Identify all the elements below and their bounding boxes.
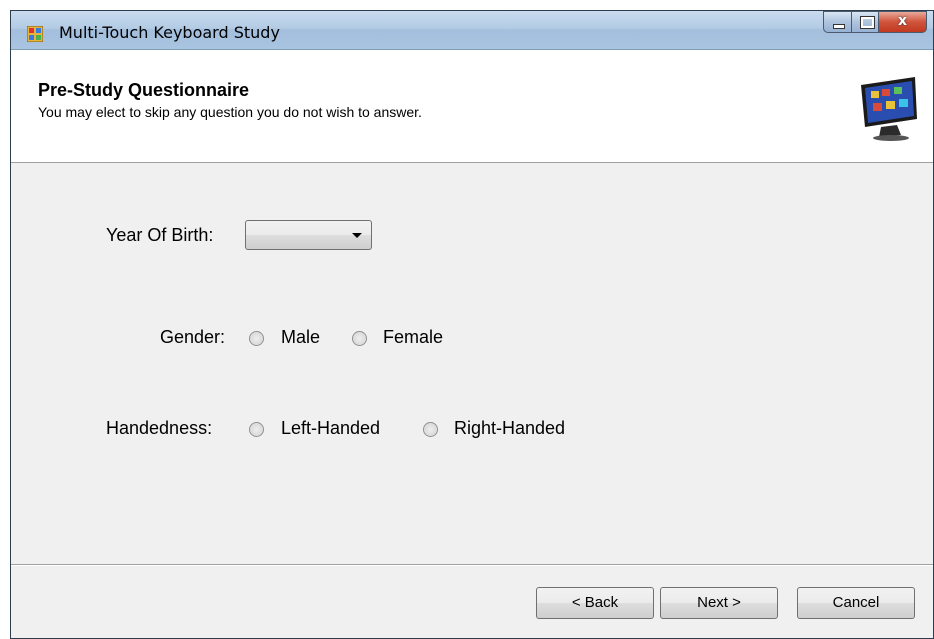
- back-button[interactable]: < Back: [536, 587, 654, 619]
- page-title: Pre-Study Questionnaire: [38, 80, 250, 100]
- minimize-button[interactable]: [823, 11, 851, 33]
- caption-buttons: x: [823, 11, 927, 33]
- maximize-button[interactable]: [851, 11, 879, 33]
- title-bar[interactable]: Multi-Touch Keyboard Study x: [11, 11, 933, 50]
- app-icon: [27, 26, 43, 42]
- gender-female-label[interactable]: Female: [383, 327, 443, 348]
- touch-monitor-icon: [861, 77, 917, 141]
- handedness-right-radio[interactable]: [423, 422, 438, 437]
- wizard-content: Year Of Birth: Gender: Male Female Hande…: [11, 163, 933, 638]
- year-of-birth-label: Year Of Birth:: [106, 225, 214, 245]
- close-button[interactable]: x: [879, 11, 927, 33]
- handedness-left-radio[interactable]: [249, 422, 264, 437]
- handedness-label: Handedness:: [106, 418, 213, 438]
- wizard-window: Multi-Touch Keyboard Study x Pre-Study Q…: [10, 10, 934, 639]
- chevron-down-icon: [352, 233, 362, 238]
- gender-male-label[interactable]: Male: [281, 327, 320, 348]
- gender-female-radio[interactable]: [352, 331, 367, 346]
- handedness-left-label[interactable]: Left-Handed: [281, 418, 380, 439]
- gender-label: Gender:: [160, 327, 226, 347]
- wizard-header: Pre-Study Questionnaire You may elect to…: [11, 50, 933, 163]
- cancel-button[interactable]: Cancel: [797, 587, 915, 619]
- next-button[interactable]: Next >: [660, 587, 778, 619]
- close-icon: x: [897, 13, 908, 29]
- footer-divider: [11, 564, 933, 566]
- minimize-icon: [833, 24, 845, 29]
- handedness-right-label[interactable]: Right-Handed: [454, 418, 565, 439]
- page-subtitle: You may elect to skip any question you d…: [38, 104, 422, 120]
- gender-male-radio[interactable]: [249, 331, 264, 346]
- year-of-birth-select[interactable]: [245, 220, 372, 250]
- window-title: Multi-Touch Keyboard Study: [59, 23, 280, 42]
- maximize-icon: [860, 16, 875, 29]
